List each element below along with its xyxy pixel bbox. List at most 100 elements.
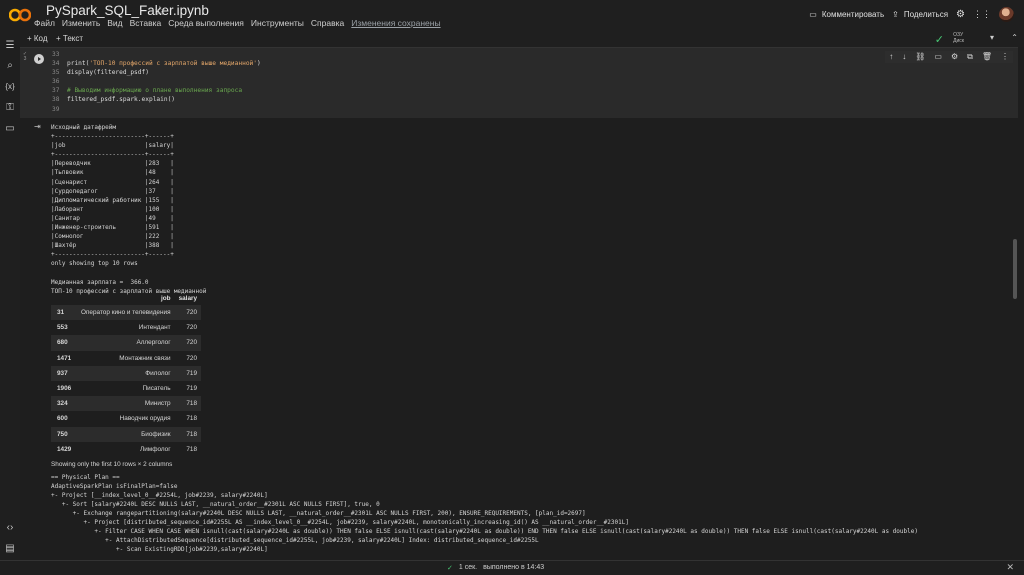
search-icon[interactable]: ⌕ — [3, 60, 17, 72]
row-index: 553 — [57, 324, 68, 332]
table-caption: Showing only the first 10 rows × 2 colum… — [51, 461, 173, 468]
line-number: 34 — [52, 60, 60, 68]
code-snippets-icon[interactable]: ‹› — [3, 522, 17, 534]
code-text: ) — [257, 60, 261, 68]
code-line: 39 — [52, 105, 261, 114]
menu-bar: Файл Изменить Вид Вставка Среда выполнен… — [34, 18, 441, 30]
output-text: Исходный датафрейм +--------------------… — [51, 124, 207, 295]
menu-tools[interactable]: Инструменты — [251, 18, 304, 30]
table-row: 31 Оператор кино и телевидения 720 — [51, 305, 202, 321]
app-header: PySpark_SQL_Faker.ipynb ☆ Файл Изменить … — [0, 0, 1024, 32]
menu-runtime[interactable]: Среда выполнения — [168, 18, 244, 30]
variables-icon[interactable]: {x} — [3, 81, 17, 93]
comment-icon: ▭ — [809, 10, 817, 19]
add-code-button[interactable]: + Код — [27, 34, 48, 43]
code-string: 'ТОП-10 профессий с зарплатой выше медиа… — [89, 60, 257, 68]
line-number: 37 — [52, 87, 60, 95]
job-cell: Биофизик — [77, 426, 175, 442]
menu-edit[interactable]: Изменить — [62, 18, 100, 30]
comment-cell-icon[interactable]: ▭ — [934, 52, 942, 62]
notebook-toolbar: + Код + Текст ✓ ОЗУ Диск ▾ ⌃ — [0, 32, 1024, 47]
collapse-toolbar-icon[interactable]: ⌃ — [1011, 33, 1018, 42]
index-header — [51, 291, 77, 305]
resources-indicator[interactable]: ОЗУ Диск — [953, 32, 964, 44]
salary-cell: 718 — [186, 415, 198, 423]
connected-check-icon: ✓ — [934, 34, 944, 46]
salary-header: salary — [178, 294, 198, 302]
salary-cell: 720 — [186, 354, 198, 362]
table-row: 1906 Писатель 719 — [51, 381, 201, 396]
share-button[interactable]: ⇪ Поделиться — [892, 10, 948, 19]
job-cell: Лимфолог — [140, 445, 171, 453]
menu-help[interactable]: Справка — [311, 18, 344, 30]
saved-status[interactable]: Изменения сохранены — [351, 18, 440, 30]
colab-logo-icon[interactable] — [9, 8, 31, 22]
runtime-dropdown-icon[interactable]: ▾ — [990, 33, 994, 42]
row-index: 1471 — [57, 354, 72, 362]
delete-cell-icon[interactable]: 🗑 — [982, 52, 992, 62]
cell-toolbar: ↑ ↓ ⛓ ▭ ⚙ ⧉ 🗑 ⋮ — [885, 51, 1013, 63]
code-cell[interactable]: ✓ 3 33 34 print('ТОП-10 профессий с зарплат… — [20, 47, 1018, 118]
duration-text: 1 сек. — [458, 564, 478, 571]
apps-grid-icon[interactable]: ⋮⋮ — [973, 9, 991, 20]
run-cell-button[interactable] — [34, 54, 44, 64]
notebook-title[interactable]: PySpark_SQL_Faker.ipynb — [46, 3, 209, 18]
output-actions-icon[interactable]: ⇥ — [34, 122, 41, 131]
job-header: job — [160, 294, 171, 302]
row-index: 600 — [57, 415, 68, 423]
table-row: 324 Министр 718 — [51, 396, 202, 412]
table-row: 680 Аллерголог 720 — [51, 335, 202, 351]
code-line: 33 — [52, 50, 261, 59]
secrets-key-icon[interactable]: ⚿ — [3, 102, 17, 114]
row-index: 680 — [51, 335, 77, 351]
job-cell: Интендант — [138, 324, 171, 332]
menu-insert[interactable]: Вставка — [130, 18, 162, 30]
table-row: 937 Филолог 719 — [51, 365, 202, 381]
cell-settings-icon[interactable]: ⚙ — [951, 52, 958, 62]
code-text: print( — [67, 60, 90, 68]
salary-cell: 719 — [186, 385, 198, 393]
code-editor[interactable]: 33 34 print('ТОП-10 профессий с зарплатой … — [52, 50, 261, 114]
more-options-icon[interactable]: ⋮ — [1001, 52, 1009, 62]
table-row: 1471 Монтажник связи 720 — [51, 351, 201, 366]
link-icon[interactable]: ⛓ — [915, 52, 925, 62]
output-scrollbar[interactable] — [1013, 239, 1017, 299]
code-line: 36 — [52, 77, 261, 86]
code-text: display(filtered_psdf) — [67, 69, 149, 77]
execution-status[interactable]: ✓ 1 сек. выполнено в 14:43 — [447, 564, 544, 572]
star-icon[interactable]: ☆ — [154, 3, 166, 19]
salary-cell: 720 — [186, 324, 198, 332]
table-row: 553 Интендант 720 — [51, 320, 201, 335]
terminal-icon[interactable]: ▤ — [3, 543, 17, 555]
salary-cell: 719 — [174, 365, 202, 381]
job-cell: Филолог — [77, 365, 175, 381]
row-index: 1906 — [57, 385, 72, 393]
salary-cell: 718 — [174, 396, 202, 412]
job-cell: Наводчик орудия — [119, 415, 171, 423]
code-line: 37 # Выводим информацию о плане выполнени… — [52, 86, 261, 95]
physical-plan-text: == Physical Plan == AdaptiveSparkPlan is… — [51, 474, 918, 553]
move-up-icon[interactable]: ↑ — [889, 52, 893, 62]
success-check-icon: ✓ — [447, 565, 453, 572]
menu-view[interactable]: Вид — [107, 18, 122, 30]
line-number: 36 — [52, 78, 60, 86]
settings-icon[interactable]: ⚙ — [956, 9, 965, 20]
move-down-icon[interactable]: ↓ — [902, 52, 906, 62]
status-bar: ✓ 1 сек. выполнено в 14:43 ✕ — [0, 560, 1024, 575]
files-folder-icon[interactable]: ▭ — [3, 123, 17, 135]
avatar[interactable] — [999, 7, 1014, 22]
menu-file[interactable]: Файл — [34, 18, 55, 30]
row-index: 750 — [51, 426, 77, 442]
share-icon: ⇪ — [892, 10, 899, 19]
close-status-icon[interactable]: ✕ — [1006, 562, 1014, 573]
table-row: 600 Наводчик орудия 718 — [51, 411, 201, 426]
salary-cell: 720 — [174, 335, 202, 351]
add-text-button[interactable]: + Текст — [56, 34, 83, 43]
table-row: 750 Биофизик 718 — [51, 426, 202, 442]
header-actions: ▭ Комментировать ⇪ Поделиться ⚙ ⋮⋮ — [809, 7, 1014, 22]
toc-icon[interactable]: ☰ — [3, 40, 17, 52]
mirror-cell-icon[interactable]: ⧉ — [967, 52, 973, 62]
comment-label: Комментировать — [821, 10, 885, 19]
job-cell: Оператор кино и телевидения — [77, 305, 175, 321]
comment-button[interactable]: ▭ Комментировать — [809, 10, 884, 19]
